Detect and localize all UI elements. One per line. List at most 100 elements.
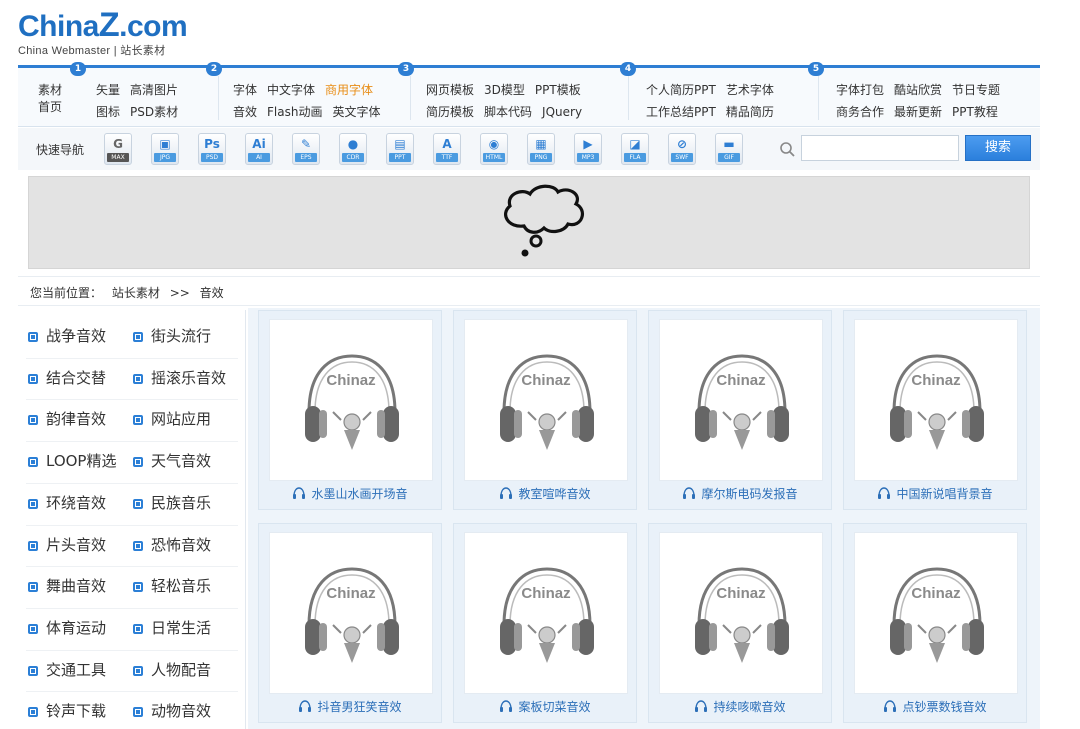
nav-link-fonts[interactable]: 字体 (233, 83, 257, 97)
square-bullet-icon (28, 707, 38, 718)
nav-link-icons[interactable]: 图标 (96, 105, 120, 119)
category-link[interactable]: 民族音乐 (133, 483, 237, 524)
sound-title-link[interactable]: 摩尔斯电码发报音 (649, 485, 831, 503)
sound-card[interactable]: Chinaz 水墨山水画开场音 (258, 310, 442, 510)
sound-card[interactable]: Chinaz 中国新说唱背景音 (843, 310, 1027, 510)
category-link[interactable]: 舞曲音效 (28, 566, 132, 607)
category-link[interactable]: 人物配音 (133, 650, 237, 691)
site-logo[interactable]: ChinaZ.com China Webmaster | 站长素材 (18, 6, 188, 58)
file-type-fla-icon[interactable]: ◪ FLA (621, 133, 649, 165)
sound-title: 水墨山水画开场音 (311, 487, 408, 501)
category-link[interactable]: 韵律音效 (28, 399, 132, 440)
category-link[interactable]: 交通工具 (28, 650, 132, 691)
search-input[interactable] (801, 135, 959, 161)
logo-wordmark: ChinaZ.com (18, 6, 188, 44)
category-link[interactable]: 天气音效 (133, 441, 237, 482)
nav-link-ppt-templates[interactable]: PPT模板 (535, 83, 581, 97)
sound-card[interactable]: Chinaz 点钞票数钱音效 (843, 523, 1027, 723)
category-link[interactable]: 结合交替 (28, 358, 132, 399)
file-type-ppt-icon[interactable]: ▤ PPT (386, 133, 414, 165)
sound-title-link[interactable]: 中国新说唱背景音 (844, 485, 1026, 503)
file-type-psd-icon[interactable]: Ps PSD (198, 133, 226, 165)
category-link[interactable]: 摇滚乐音效 (133, 358, 237, 399)
thumbnail-watermark: Chinaz (521, 372, 571, 389)
sound-title-link[interactable]: 教室喧哗音效 (454, 485, 636, 503)
nav-link-resume-ppt[interactable]: 个人简历PPT (646, 83, 716, 97)
file-type-png-icon[interactable]: ▦ PNG (527, 133, 555, 165)
sound-title-link[interactable]: 水墨山水画开场音 (259, 485, 441, 503)
sound-title-link[interactable]: 点钞票数钱音效 (844, 698, 1026, 716)
sound-thumbnail[interactable]: Chinaz (659, 532, 823, 694)
nav-link-vector[interactable]: 矢量 (96, 83, 120, 97)
logo-tagline: China Webmaster | 站长素材 (18, 45, 166, 57)
nav-link-work-summary-ppt[interactable]: 工作总结PPT (646, 105, 716, 119)
file-type-mp3-icon[interactable]: ▶ MP3 (574, 133, 602, 165)
nav-link-font-packs[interactable]: 字体打包 (836, 83, 884, 97)
sound-thumbnail[interactable]: Chinaz (659, 319, 823, 481)
sound-card[interactable]: Chinaz 教室喧哗音效 (453, 310, 637, 510)
divider (26, 357, 238, 359)
nav-link-art-fonts[interactable]: 艺术字体 (726, 83, 774, 97)
file-type-max-icon[interactable]: G MAX (104, 133, 132, 165)
nav-link-sound-effects[interactable]: 音效 (233, 105, 257, 119)
file-type-label: HTML (483, 153, 505, 162)
sound-card[interactable]: Chinaz 抖音男狂笑音效 (258, 523, 442, 723)
nav-link-english-fonts[interactable]: 英文字体 (332, 105, 380, 119)
nav-link-cool-sites[interactable]: 酷站欣赏 (894, 83, 942, 97)
sound-title-link[interactable]: 案板切菜音效 (454, 698, 636, 716)
nav-link-jquery[interactable]: JQuery (542, 105, 582, 119)
sound-card[interactable]: Chinaz 摩尔斯电码发报音 (648, 310, 832, 510)
category-link[interactable]: 网站应用 (133, 399, 237, 440)
file-type-eps-icon[interactable]: ✎ EPS (292, 133, 320, 165)
sound-thumbnail[interactable]: Chinaz (464, 319, 628, 481)
sound-title-link[interactable]: 持续咳嗽音效 (649, 698, 831, 716)
search-button[interactable]: 搜索 (965, 135, 1031, 161)
nav-link-ppt-tutorials[interactable]: PPT教程 (952, 105, 998, 119)
sound-title-link[interactable]: 抖音男狂笑音效 (259, 698, 441, 716)
file-type-ttf-icon[interactable]: A TTF (433, 133, 461, 165)
category-link[interactable]: 战争音效 (28, 316, 132, 357)
nav-link-holiday-topics[interactable]: 节日专题 (952, 83, 1000, 97)
file-type-swf-icon[interactable]: ⊘ SWF (668, 133, 696, 165)
sound-thumbnail[interactable]: Chinaz (464, 532, 628, 694)
file-type-glyph: ▶ (583, 137, 593, 151)
sound-thumbnail[interactable]: Chinaz (854, 532, 1018, 694)
file-type-label: GIF (718, 153, 740, 162)
banner-placeholder (28, 176, 1030, 269)
file-type-cdr-icon[interactable]: ● CDR (339, 133, 367, 165)
file-type-ai-icon[interactable]: Ai AI (245, 133, 273, 165)
file-type-gif-icon[interactable]: ▬ GIF (715, 133, 743, 165)
sound-thumbnail[interactable]: Chinaz (854, 319, 1018, 481)
nav-link-latest[interactable]: 最新更新 (894, 105, 942, 119)
nav-link-psd[interactable]: PSD素材 (130, 105, 178, 119)
category-link[interactable]: LOOP精选 (28, 441, 132, 482)
category-link[interactable]: 日常生活 (133, 608, 237, 649)
nav-link-commercial-fonts[interactable]: 商用字体 (325, 83, 373, 97)
category-link[interactable]: 恐怖音效 (133, 525, 237, 566)
nav-link-premium-resume[interactable]: 精品简历 (726, 105, 774, 119)
category-link[interactable]: 街头流行 (133, 316, 237, 357)
nav-link-flash[interactable]: Flash动画 (267, 105, 322, 119)
nav-home-link[interactable]: 素材 首页 (38, 82, 62, 116)
file-type-html-icon[interactable]: ◉ HTML (480, 133, 508, 165)
category-link[interactable]: 环绕音效 (28, 483, 132, 524)
nav-link-web-templates[interactable]: 网页模板 (426, 83, 474, 97)
breadcrumb-home-link[interactable]: 站长素材 (112, 286, 160, 300)
nav-link-business[interactable]: 商务合作 (836, 105, 884, 119)
square-bullet-icon (133, 457, 143, 468)
category-link[interactable]: 轻松音乐 (133, 566, 237, 607)
category-link[interactable]: 片头音效 (28, 525, 132, 566)
nav-link-3d-models[interactable]: 3D模型 (484, 83, 525, 97)
sound-card[interactable]: Chinaz 案板切菜音效 (453, 523, 637, 723)
nav-link-scripts[interactable]: 脚本代码 (484, 105, 532, 119)
sound-thumbnail[interactable]: Chinaz (269, 319, 433, 481)
sound-card[interactable]: Chinaz 持续咳嗽音效 (648, 523, 832, 723)
category-link[interactable]: 体育运动 (28, 608, 132, 649)
nav-link-resume-templates[interactable]: 简历模板 (426, 105, 474, 119)
category-link[interactable]: 铃声下载 (28, 691, 132, 729)
file-type-jpg-icon[interactable]: ▣ JPG (151, 133, 179, 165)
nav-link-chinese-fonts[interactable]: 中文字体 (267, 83, 315, 97)
nav-link-hd-photos[interactable]: 高清图片 (130, 83, 178, 97)
category-link[interactable]: 动物音效 (133, 691, 237, 729)
sound-thumbnail[interactable]: Chinaz (269, 532, 433, 694)
